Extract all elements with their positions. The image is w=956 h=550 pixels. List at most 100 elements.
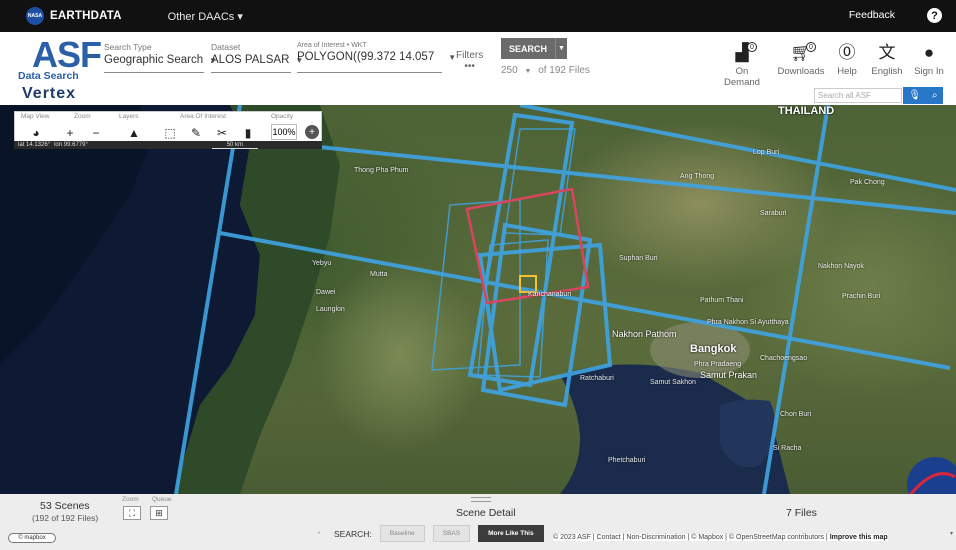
label-si-racha: Si Racha bbox=[773, 445, 802, 452]
label-kanchanaburi: Kanchanaburi bbox=[528, 291, 572, 298]
brand-suffix: DATA bbox=[90, 10, 122, 22]
downloads-button[interactable]: 🛒︎ 0 Downloads bbox=[776, 42, 826, 77]
zoom-in-icon[interactable]: + bbox=[59, 124, 81, 142]
files-count: 7 Files bbox=[786, 507, 817, 519]
on-demand-button[interactable]: ▟ 0 On Demand bbox=[717, 42, 767, 88]
zoom-to-results-icon[interactable]: ⛶ bbox=[123, 506, 141, 520]
results-queue-label: Queue bbox=[152, 496, 172, 503]
panel-resize-handle[interactable] bbox=[471, 497, 491, 502]
attribution-text: © 2023 ASF | Contact | Non-Discriminatio… bbox=[553, 534, 830, 541]
search-header: ASF Data Search Vertex Search Type Geogr… bbox=[0, 32, 956, 105]
more-like-this-button[interactable]: More Like This bbox=[478, 525, 544, 542]
vertex-title: Vertex bbox=[22, 85, 77, 102]
earthdata-topbar: NASA EARTHDATA Other DAACs ▾ Feedback ? bbox=[0, 0, 956, 32]
label-nakhon-pathom: Nakhon Pathom bbox=[612, 329, 677, 339]
search-tools-row: SEARCH: Baseline SBAS More Like This bbox=[334, 525, 544, 542]
label-ratchaburi: Ratchaburi bbox=[580, 375, 614, 382]
search-tools-label: SEARCH: bbox=[334, 528, 372, 539]
asf-logo[interactable]: ASF Data Search Vertex bbox=[18, 34, 102, 102]
globe-icon[interactable]: ◕ bbox=[25, 124, 47, 142]
other-daacs-menu[interactable]: Other DAACs ▾ bbox=[168, 10, 243, 23]
label-samut-sakhon: Samut Sakhon bbox=[650, 379, 696, 386]
data-search-text: Data Search bbox=[18, 70, 79, 82]
label-thailand: THAILAND bbox=[778, 105, 835, 117]
scenes-count: 53 Scenes bbox=[40, 500, 90, 512]
earthdata-brand[interactable]: EARTHDATA bbox=[50, 10, 122, 22]
aoi-label: Area of Interest • WKT bbox=[297, 42, 367, 49]
microphone-icon[interactable]: 🎙︎ bbox=[908, 90, 921, 101]
layers-label: Layers bbox=[119, 113, 139, 120]
search-button[interactable]: SEARCH ▼ bbox=[501, 38, 567, 59]
chevron-down-icon: ▼ bbox=[524, 68, 532, 75]
vertex-app: NASA EARTHDATA Other DAACs ▾ Feedback ? … bbox=[0, 0, 956, 550]
label-prachin-buri: Prachin Buri bbox=[842, 293, 881, 300]
on-demand-badge: 0 bbox=[747, 42, 757, 52]
tab-dot: • bbox=[318, 531, 321, 537]
sbas-button[interactable]: SBAS bbox=[432, 525, 471, 542]
help-label: Help bbox=[837, 66, 857, 77]
label-phetchaburi: Phetchaburi bbox=[608, 457, 646, 464]
trash-icon[interactable]: ▮ bbox=[237, 124, 259, 142]
nasa-logo[interactable]: NASA bbox=[26, 7, 44, 25]
search-all-asf-buttons[interactable]: 🎙︎ ⌕ bbox=[903, 87, 943, 104]
of-files-text: of 192 Files bbox=[538, 65, 590, 76]
topbar-help-icon[interactable]: ? bbox=[927, 8, 942, 23]
feedback-link[interactable]: Feedback bbox=[849, 9, 895, 21]
chevron-down-icon: ▼ bbox=[448, 53, 457, 62]
map-view-label: Map View bbox=[21, 113, 50, 120]
brand-prefix: EARTH bbox=[50, 10, 91, 22]
filters-button[interactable]: Filters ••• bbox=[456, 50, 483, 72]
footprint-edge bbox=[219, 231, 951, 370]
map-svg[interactable] bbox=[0, 105, 956, 494]
dataset-select[interactable]: Dataset ALOS PALSAR ▼ bbox=[211, 42, 303, 66]
language-button[interactable]: 文 English bbox=[868, 43, 906, 78]
baseline-button[interactable]: Baseline bbox=[379, 525, 425, 542]
max-results-select[interactable]: 250 ▼ of 192 Files bbox=[501, 65, 590, 76]
label-saraburi: Saraburi bbox=[760, 210, 787, 217]
aoi-tool-label: Area Of Interest bbox=[180, 113, 226, 120]
search-all-asf-input[interactable]: Search all ASF bbox=[814, 88, 902, 103]
on-demand-icon: ▟ bbox=[735, 43, 749, 62]
mapbox-logo[interactable]: © mapbox bbox=[8, 533, 56, 543]
search-icon[interactable]: ⌕ bbox=[932, 90, 938, 101]
divider bbox=[211, 72, 291, 73]
opacity-label: Opacity bbox=[271, 113, 294, 120]
footprint-edge bbox=[519, 105, 956, 192]
toolbar-labels: Map View Zoom Layers Area Of Interest Op… bbox=[15, 113, 321, 123]
label-phra-pradaeng: Phra Pradaeng bbox=[694, 361, 742, 368]
aoi-wkt-field[interactable]: Area of Interest • WKT POLYGON((99.372 1… bbox=[297, 42, 456, 63]
pencil-icon[interactable]: ✎ bbox=[185, 124, 207, 142]
label-dawei: Dawei bbox=[316, 289, 336, 296]
results-panel: 53 Scenes (192 of 192 Files) Zoom Queue … bbox=[0, 494, 956, 550]
map-view[interactable]: THAILAND Bangkok Nakhon Pathom Phra Prad… bbox=[0, 105, 956, 494]
translate-icon: 文 bbox=[878, 43, 896, 62]
improve-map-link[interactable]: Improve this map bbox=[830, 534, 888, 541]
zoom-out-icon[interactable]: − bbox=[85, 124, 107, 142]
divider bbox=[104, 72, 204, 73]
label-pak-chong: Pak Chong bbox=[850, 179, 885, 186]
dataset-label: Dataset bbox=[211, 42, 241, 52]
downloads-label: Downloads bbox=[777, 66, 825, 77]
results-zoom-label: Zoom bbox=[122, 496, 139, 503]
filters-label: Filters bbox=[456, 50, 484, 61]
scroll-caret-icon[interactable]: ▾ bbox=[950, 530, 953, 537]
layers-mountain-icon[interactable]: ▲ bbox=[123, 124, 145, 142]
search-type-select[interactable]: Search Type Geographic Search ▼ bbox=[104, 42, 217, 66]
add-layer-icon[interactable]: + bbox=[305, 125, 319, 139]
opacity-value[interactable]: 100% bbox=[271, 124, 297, 140]
label-chon-buri: Chon Buri bbox=[780, 411, 812, 418]
draw-box-icon[interactable]: ⬚ bbox=[159, 124, 181, 142]
map-attribution[interactable]: © 2023 ASF | Contact | Non-Discriminatio… bbox=[553, 534, 888, 541]
polygon-edit-icon[interactable]: ✂ bbox=[211, 124, 233, 142]
scene-detail-title: Scene Detail bbox=[456, 507, 516, 519]
search-dropdown-caret-icon[interactable]: ▼ bbox=[555, 38, 567, 59]
help-icon: ⓪ bbox=[838, 43, 856, 62]
queue-all-cart-icon[interactable]: ⊞ bbox=[150, 506, 168, 520]
label-chachoengsao: Chachoengsao bbox=[760, 355, 808, 362]
help-button[interactable]: ⓪ Help bbox=[834, 43, 860, 78]
label-mutta: Mutta bbox=[370, 271, 388, 278]
label-thong-pha-phum: Thong Pha Phum bbox=[354, 167, 409, 174]
label-nakhon-nayok: Nakhon Nayok bbox=[818, 263, 864, 270]
sign-in-button[interactable]: ● Sign In bbox=[912, 44, 946, 78]
coordinates-bar: lat 14.1326° lon 99.6779° 50 km bbox=[14, 141, 322, 149]
